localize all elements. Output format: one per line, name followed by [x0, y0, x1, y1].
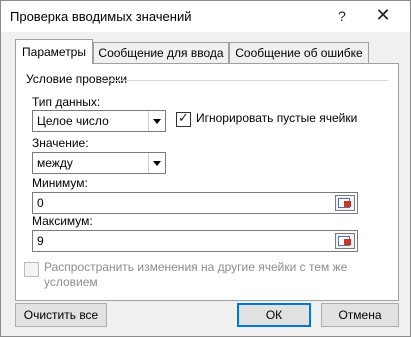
ok-button[interactable]: ОК — [237, 303, 311, 327]
condition-value: между — [37, 156, 73, 170]
data-validation-dialog: Проверка вводимых значений ? ✕ Параметры… — [0, 0, 411, 337]
minimum-input[interactable]: 0 — [32, 192, 358, 214]
help-button[interactable]: ? — [329, 5, 355, 27]
close-button[interactable]: ✕ — [359, 5, 407, 27]
validation-criteria-title: Условие проверки — [26, 72, 132, 86]
cancel-button[interactable]: Отмена — [321, 303, 399, 327]
apply-all-checkbox[interactable] — [24, 262, 39, 277]
maximum-input[interactable]: 9 — [32, 230, 358, 252]
maximum-label: Максимум: — [32, 214, 93, 228]
range-select-icon[interactable] — [335, 233, 355, 249]
tab-error-alert[interactable]: Сообщение об ошибке — [229, 42, 369, 63]
dialog-title: Проверка вводимых значений — [10, 9, 192, 24]
apply-all-label-line2: условием — [44, 275, 98, 289]
clear-all-button[interactable]: Очистить все — [15, 303, 107, 327]
condition-label: Значение: — [32, 136, 89, 150]
ignore-blank-label[interactable]: Игнорировать пустые ячейки — [196, 111, 357, 125]
parameters-panel: Условие проверки Тип данных: Целое число… — [15, 63, 399, 301]
ignore-blank-checkbox[interactable] — [176, 110, 191, 127]
data-type-select[interactable]: Целое число — [32, 110, 166, 132]
tab-parameters[interactable]: Параметры — [15, 39, 93, 64]
condition-select[interactable]: между — [32, 152, 166, 174]
chevron-down-icon[interactable] — [148, 111, 165, 131]
maximum-value: 9 — [37, 234, 44, 248]
data-type-label: Тип данных: — [32, 95, 101, 109]
title-bar: Проверка вводимых значений ? ✕ — [1, 1, 410, 32]
data-type-value: Целое число — [37, 114, 109, 128]
close-icon: ✕ — [375, 5, 391, 25]
tab-input-message[interactable]: Сообщение для ввода — [93, 42, 229, 63]
minimum-value: 0 — [37, 196, 44, 210]
apply-all-label-line1: Распространить изменения на другие ячейк… — [44, 260, 348, 274]
chevron-down-icon[interactable] — [148, 153, 165, 173]
minimum-label: Минимум: — [32, 176, 88, 190]
range-select-icon[interactable] — [335, 195, 355, 211]
group-divider — [102, 80, 388, 81]
